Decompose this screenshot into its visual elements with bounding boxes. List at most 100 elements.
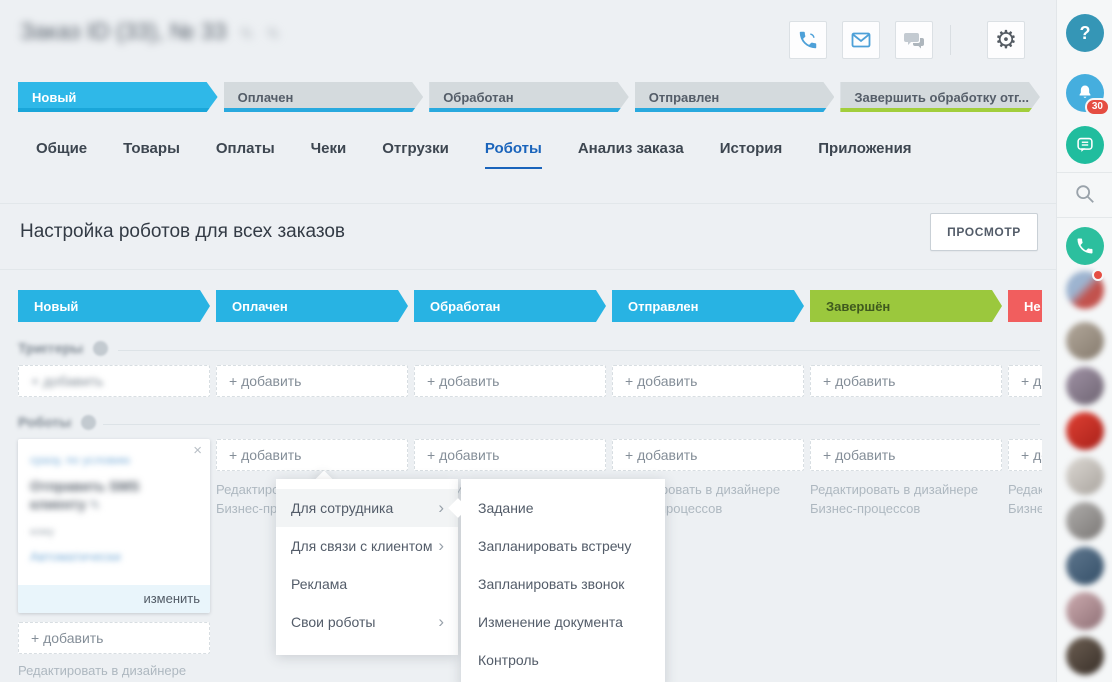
employee-robots-submenu: Задание Запланировать встречу Запланиров…: [461, 479, 665, 682]
robot-to-label: кому: [30, 526, 198, 538]
sidebar-divider: [1057, 217, 1112, 218]
add-robot-button[interactable]: + добавить: [612, 439, 804, 471]
robot-stage-processed[interactable]: Обработан: [414, 290, 606, 322]
robot-assignee-link[interactable]: Автоматически: [30, 549, 121, 564]
tab-products[interactable]: Товары: [123, 140, 180, 169]
robot-stage-completed[interactable]: Завершён: [810, 290, 1002, 322]
settings-button[interactable]: ⚙: [987, 21, 1025, 59]
avatar[interactable]: [1066, 412, 1104, 450]
tab-receipts[interactable]: Чеки: [311, 140, 347, 169]
order-status-bar: Новый Оплачен Обработан Отправлен Заверш…: [18, 82, 1040, 112]
edit-title-icon[interactable]: ✎: [240, 25, 253, 43]
robots-settings-title: Настройка роботов для всех заказов: [20, 221, 345, 243]
robot-stage-new[interactable]: Новый: [18, 290, 210, 322]
chevron-right-icon: ›: [438, 527, 444, 565]
edit-robot-link[interactable]: изменить: [143, 591, 200, 606]
robots-label: Роботы: [18, 414, 71, 430]
phone-icon: [1075, 236, 1095, 256]
submenu-item-plan-meeting[interactable]: Запланировать встречу: [461, 527, 665, 565]
avatar[interactable]: [1066, 367, 1104, 405]
pencil-icon[interactable]: ✎: [90, 498, 100, 512]
robot-card: × сразу, по условию Отправить SMS клиент…: [18, 439, 210, 613]
email-button[interactable]: [842, 21, 880, 59]
question-icon: ?: [1080, 23, 1091, 44]
search-button[interactable]: [1074, 183, 1096, 205]
tab-general[interactable]: Общие: [36, 140, 87, 169]
avatar[interactable]: [1066, 592, 1104, 630]
close-icon[interactable]: ×: [193, 443, 202, 458]
submenu-item-change-document[interactable]: Изменение документа: [461, 603, 665, 641]
submenu-item-plan-call[interactable]: Запланировать звонок: [461, 565, 665, 603]
info-icon[interactable]: [81, 415, 96, 430]
designer-hint[interactable]: Редактировать в дизайнере: [18, 661, 186, 680]
status-stage-finish[interactable]: Завершить обработку отг...: [840, 82, 1040, 112]
add-trigger-button[interactable]: + добавить: [612, 365, 804, 397]
menu-item-for-employee[interactable]: Для сотрудника›: [276, 489, 458, 527]
sidebar-divider: [1057, 172, 1112, 173]
order-tabs: Общие Товары Оплаты Чеки Отгрузки Роботы…: [36, 140, 912, 169]
toolbar-divider: [950, 25, 951, 55]
robots-status-bar: Новый Оплачен Обработан Отправлен Заверш…: [18, 290, 1042, 322]
tab-order-analysis[interactable]: Анализ заказа: [578, 140, 684, 169]
call-button[interactable]: [789, 21, 827, 59]
robot-stage-failed[interactable]: Не: [1008, 290, 1042, 322]
edit-order-icon[interactable]: ✎: [267, 25, 280, 43]
tab-payments[interactable]: Оплаты: [216, 140, 275, 169]
tab-history[interactable]: История: [720, 140, 783, 169]
add-robot-button[interactable]: + добавить: [810, 439, 1002, 471]
add-trigger-button[interactable]: + добавить: [414, 365, 606, 397]
avatar[interactable]: [1066, 547, 1104, 585]
status-stage-processed[interactable]: Обработан: [429, 82, 629, 112]
tab-robots[interactable]: Роботы: [485, 140, 542, 169]
submenu-item-task[interactable]: Задание: [461, 489, 665, 527]
chevron-right-icon: ›: [438, 603, 444, 641]
menu-item-ads[interactable]: Реклама: [276, 565, 458, 603]
avatar[interactable]: [1066, 637, 1104, 675]
envelope-icon: [849, 28, 873, 52]
avatar[interactable]: [1066, 457, 1104, 495]
robot-stage-paid[interactable]: Оплачен: [216, 290, 408, 322]
page-title: Заказ ID (33), № 33 ✎ ✎: [20, 18, 280, 45]
add-trigger-button[interactable]: + добавить: [1008, 365, 1042, 397]
messenger-button[interactable]: [1066, 126, 1104, 164]
chat-bubbles-icon: [902, 28, 926, 52]
avatar[interactable]: [1066, 502, 1104, 540]
chat-button[interactable]: [895, 21, 933, 59]
add-robot-button[interactable]: + добавить: [18, 622, 210, 654]
add-trigger-button[interactable]: + добавить: [810, 365, 1002, 397]
notification-dot: [1092, 269, 1104, 281]
search-icon: [1074, 183, 1096, 205]
divider: [0, 203, 1056, 204]
divider: [0, 269, 1056, 270]
add-robot-button[interactable]: + добавить: [1008, 439, 1042, 471]
add-trigger-button[interactable]: + добавить: [18, 365, 210, 397]
avatar[interactable]: [1066, 322, 1104, 360]
phone-icon: [797, 29, 819, 51]
robot-condition-link[interactable]: сразу, по условию: [30, 453, 130, 467]
status-stage-paid[interactable]: Оплачен: [224, 82, 424, 112]
tab-apps[interactable]: Приложения: [818, 140, 911, 169]
help-button[interactable]: ?: [1066, 14, 1104, 52]
robot-stage-sent[interactable]: Отправлен: [612, 290, 804, 322]
tab-shipments[interactable]: Отгрузки: [382, 140, 449, 169]
designer-hint[interactable]: Редактировать в дизайнереБизнес-процессо…: [810, 480, 1002, 518]
triggers-add-row: + добавить + добавить + добавить + добав…: [18, 365, 1042, 397]
designer-hint[interactable]: Редактировать в дизайнереБизнес-процессо…: [1008, 480, 1042, 518]
submenu-item-control[interactable]: Контроль: [461, 641, 665, 679]
info-icon[interactable]: [93, 341, 108, 356]
add-robot-button[interactable]: + добавить: [414, 439, 606, 471]
triggers-label: Триггеры: [18, 340, 83, 356]
telephony-button[interactable]: [1066, 227, 1104, 265]
order-title-text: Заказ ID (33), № 33: [20, 18, 226, 44]
notifications-button[interactable]: 30: [1066, 74, 1104, 112]
status-stage-new[interactable]: Новый: [18, 82, 218, 112]
menu-item-custom-robots[interactable]: Свои роботы›: [276, 603, 458, 641]
view-button[interactable]: ПРОСМОТР: [930, 213, 1038, 251]
status-stage-sent[interactable]: Отправлен: [635, 82, 835, 112]
menu-item-client-communication[interactable]: Для связи с клиентом›: [276, 527, 458, 565]
notification-count-badge: 30: [1085, 98, 1110, 116]
add-robot-button[interactable]: + добавить: [216, 439, 408, 471]
add-trigger-button[interactable]: + добавить: [216, 365, 408, 397]
robot-title: Отправить SMS клиенту✎: [30, 477, 170, 514]
robot-category-menu: Для сотрудника› Для связи с клиентом› Ре…: [276, 479, 458, 655]
